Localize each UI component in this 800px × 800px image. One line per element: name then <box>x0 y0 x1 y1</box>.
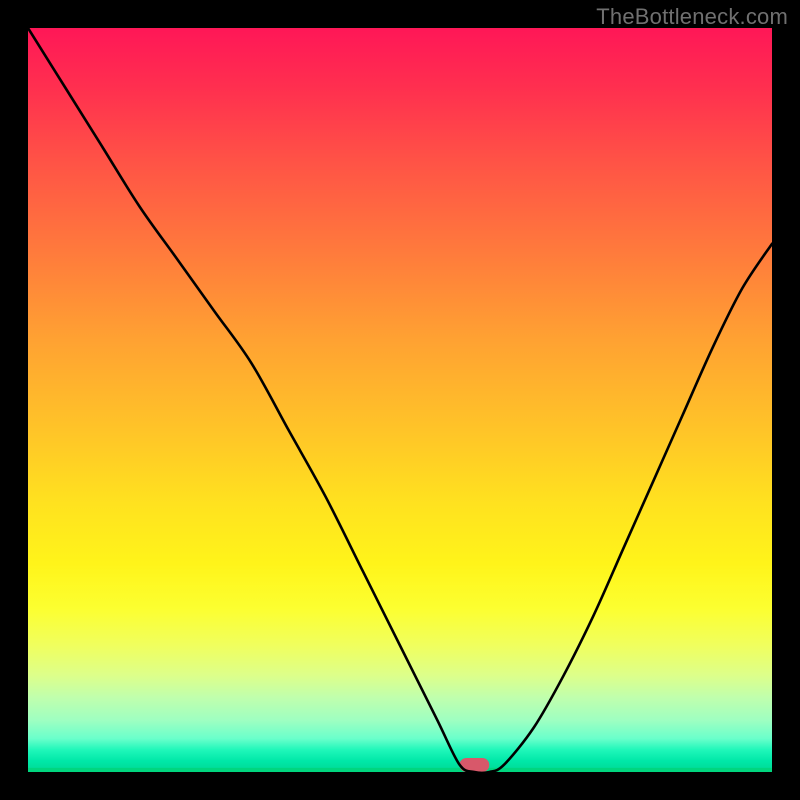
bottleneck-curve <box>28 28 772 772</box>
chart-svg <box>28 28 772 772</box>
chart-frame: TheBottleneck.com <box>0 0 800 800</box>
watermark-text: TheBottleneck.com <box>596 4 788 30</box>
plot-area <box>28 28 772 772</box>
